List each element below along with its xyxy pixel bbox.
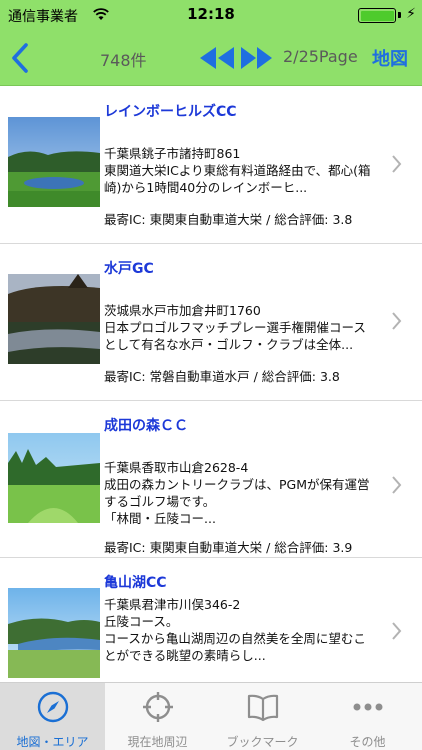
tab-bar: 地図・エリア 現在地周辺 ブックマーク その他 (0, 682, 422, 750)
course-description: 日本プロゴルフマッチプレー選手権開催コース (104, 320, 366, 335)
book-icon (247, 694, 279, 722)
course-description: 丘陵コース。 (104, 614, 179, 629)
compass-icon (37, 691, 69, 723)
page-indicator: 2/25Page (283, 47, 358, 66)
course-description: コースから亀山湖周辺の自然美を全周に望むこ (104, 631, 366, 646)
tab-label: 現在地周辺 (127, 735, 188, 749)
tab-nearby[interactable]: 現在地周辺 (105, 683, 210, 750)
tab-more[interactable]: その他 (315, 683, 422, 750)
status-bar: 通信事業者 12:18 ⚡ (0, 0, 422, 30)
crosshair-icon (143, 692, 173, 722)
course-address: 千葉県香取市山倉2628-4 (104, 460, 249, 475)
course-description: 東関道大栄ICより東総有料道路経由で、都心(箱 (104, 163, 371, 178)
chevron-right-icon (392, 476, 402, 494)
tab-map-area[interactable]: 地図・エリア (0, 683, 105, 750)
list-item[interactable]: レインボーヒルズCC 千葉県銚子市諸持町861 東関道大栄ICより東総有料道路経… (0, 87, 422, 244)
chevron-right-icon (392, 155, 402, 173)
back-button[interactable] (6, 40, 36, 76)
course-photo (8, 588, 100, 678)
course-name: 成田の森ＣＣ (104, 418, 188, 434)
nav-bar: 748件 2/25Page 地図 (0, 30, 422, 86)
charging-icon: ⚡ (406, 6, 416, 22)
chevron-right-icon (392, 622, 402, 640)
course-address: 千葉県銚子市諸持町861 (104, 146, 241, 161)
course-footer: 最寄IC: 常磐自動車道水戸 / 総合評価: 3.8 (104, 369, 340, 384)
list-item[interactable]: 成田の森ＣＣ 千葉県香取市山倉2628-4 成田の森カントリークラブは、PGMが… (0, 401, 422, 558)
next-page-button[interactable] (240, 44, 274, 72)
tab-bookmark[interactable]: ブックマーク (210, 683, 315, 750)
chevron-right-icon (392, 312, 402, 330)
course-address: 茨城県水戸市加倉井町1760 (104, 303, 261, 318)
course-photo (8, 117, 100, 207)
tab-label: 地図・エリア (16, 735, 89, 749)
list-item[interactable]: 水戸GC 茨城県水戸市加倉井町1760 日本プロゴルフマッチプレー選手権開催コー… (0, 244, 422, 401)
course-description: するゴルフ場です。 (104, 494, 216, 509)
course-description: 崎)から1時間40分のレインボーヒ... (104, 180, 308, 195)
course-name: 水戸GC (104, 261, 154, 277)
more-icon (353, 703, 383, 711)
previous-page-button[interactable] (198, 44, 236, 72)
course-photo (8, 433, 100, 523)
course-footer: 最寄IC: 東関東自動車道大栄 / 総合評価: 3.9 (104, 540, 353, 555)
course-description: とができる眺望の素晴らし... (104, 648, 266, 663)
list-item[interactable]: 亀山湖CC 千葉県君津市川俣346-2 丘陵コース。 コースから亀山湖周辺の自然… (0, 558, 422, 678)
tab-label: ブックマーク (226, 735, 299, 749)
course-list: レインボーヒルズCC 千葉県銚子市諸持町861 東関道大栄ICより東総有料道路経… (0, 87, 422, 678)
course-photo (8, 274, 100, 364)
battery-icon (358, 8, 396, 23)
course-address: 千葉県君津市川俣346-2 (104, 597, 241, 612)
map-button[interactable]: 地図 (372, 45, 408, 71)
course-name: 亀山湖CC (104, 575, 167, 591)
course-description: 成田の森カントリークラブは、PGMが保有運営 (104, 477, 370, 492)
result-count: 748件 (100, 51, 147, 70)
course-description: として有名な水戸・ゴルフ・クラブは全体... (104, 337, 354, 352)
course-name: レインボーヒルズCC (104, 104, 237, 120)
tab-label: その他 (349, 735, 386, 749)
course-description: 「林間・丘陵コー... (104, 511, 216, 526)
course-footer: 最寄IC: 東関東自動車道大栄 / 総合評価: 3.8 (104, 212, 353, 227)
